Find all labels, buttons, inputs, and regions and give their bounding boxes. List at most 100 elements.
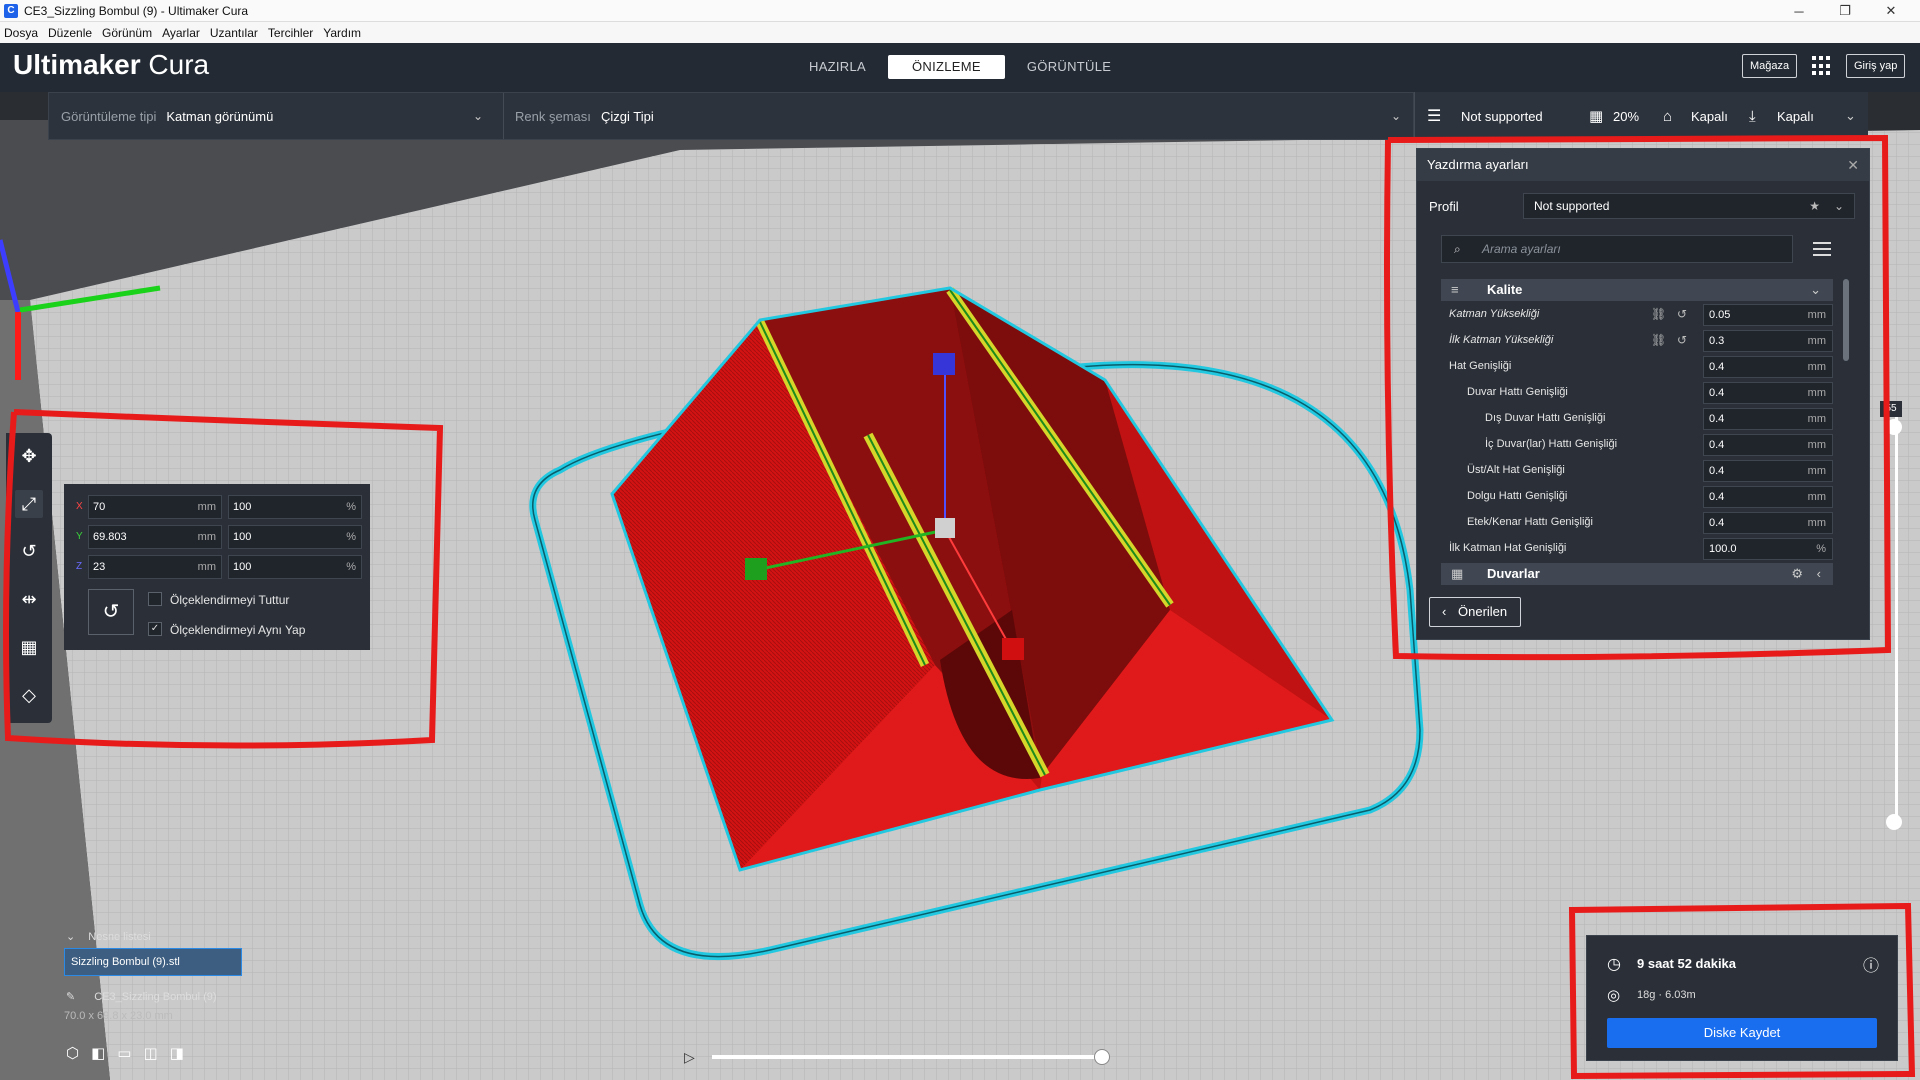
scale-x-mm-input[interactable]: 70 mm	[88, 495, 222, 519]
setting-input[interactable]: 0.4 mm	[1703, 460, 1833, 482]
setting-row: İlk Katman Yüksekliği ⛓ ↺ 0.3 mm	[1441, 328, 1833, 354]
uniform-scaling-label: Ölçeklendirmeyi Aynı Yap	[170, 623, 306, 637]
per-model-settings-icon[interactable]: ▦	[15, 633, 43, 661]
minimize-button[interactable]: ─	[1776, 0, 1822, 22]
recommended-button[interactable]: ‹ Önerilen	[1429, 597, 1521, 627]
material-usage: 18g · 6.03m	[1637, 989, 1696, 1001]
settings-scrollbar[interactable]	[1843, 279, 1849, 361]
model-dimensions: 70.0 x 69.8 x 23.0 mm	[64, 1010, 173, 1022]
setting-row: Duvar Hattı Genişliği 0.4 mm	[1441, 380, 1833, 406]
tab-monitor[interactable]: GÖRÜNTÜLE	[1005, 55, 1133, 79]
scale-tool-icon[interactable]: ⤢	[15, 490, 43, 518]
chevron-down-icon[interactable]: ⌄	[1391, 109, 1401, 123]
move-tool-icon[interactable]: ✥	[15, 442, 43, 470]
layer-slider-track[interactable]	[1895, 404, 1898, 824]
layer-slider-bottom-handle[interactable]	[1886, 814, 1902, 830]
apps-grid-icon[interactable]	[1812, 56, 1832, 76]
chevron-left-icon: ‹	[1442, 604, 1447, 619]
object-list-item[interactable]: Sizzling Bombul (9).stl	[64, 948, 242, 976]
category-quality[interactable]: ≡ Kalite ⌄	[1441, 279, 1833, 301]
view-type-dropdown[interactable]: Katman görünümü	[166, 109, 273, 124]
color-scheme-dropdown[interactable]: Çizgi Tipi	[601, 109, 654, 124]
scale-z-percent-input[interactable]: 100%	[228, 555, 362, 579]
menu-edit[interactable]: Düzenle	[48, 26, 92, 40]
app-header: Ultimaker Cura HAZIRLA ÖNIZLEME GÖRÜNTÜL…	[0, 43, 1920, 92]
y-axis-label: Y	[76, 531, 83, 542]
menu-extensions[interactable]: Uzantılar	[210, 26, 258, 40]
setting-input[interactable]: 0.4 mm	[1703, 356, 1833, 378]
scale-y-percent-input[interactable]: 100%	[228, 525, 362, 549]
infill-icon: ▦	[1589, 108, 1604, 125]
menu-help[interactable]: Yardım	[323, 26, 361, 40]
login-button[interactable]: Giriş yap	[1846, 54, 1906, 78]
object-list-toggle[interactable]: ⌄ Nesne listesi	[66, 930, 326, 943]
settings-visibility-menu-icon[interactable]	[1813, 242, 1831, 260]
setting-input[interactable]: 100.0%	[1703, 538, 1833, 560]
setting-row: Üst/Alt Hat Genişliği 0.4 mm	[1441, 458, 1833, 484]
menu-file[interactable]: Dosya	[4, 26, 38, 40]
gizmo-center-handle	[935, 518, 955, 538]
setting-input[interactable]: 0.4 mm	[1703, 434, 1833, 456]
marketplace-button[interactable]: Mağaza	[1742, 54, 1798, 78]
uniform-scaling-checkbox[interactable]: ✓	[148, 622, 162, 636]
3d-view-icon[interactable]: ⬡	[66, 1044, 79, 1062]
scale-x-percent-input[interactable]: 100%	[228, 495, 362, 519]
stage-tabs: HAZIRLA ÖNIZLEME GÖRÜNTÜLE	[787, 55, 1133, 79]
tab-prepare[interactable]: HAZIRLA	[787, 55, 888, 79]
layer-slider-top-handle[interactable]	[1886, 419, 1902, 435]
menu-preferences[interactable]: Tercihler	[268, 26, 313, 40]
setting-input[interactable]: 0.4 mm	[1703, 512, 1833, 534]
reset-icon[interactable]: ↺	[1677, 307, 1691, 321]
left-view-icon[interactable]: ◫	[143, 1044, 157, 1062]
print-setup-selector[interactable]: ☰ Not supported ▦ 20% ⌂ Kapalı ⤓ Kapalı …	[1414, 92, 1868, 140]
search-icon: ⌕	[1454, 242, 1461, 256]
profile-dropdown[interactable]: Not supported ★ ⌄	[1523, 193, 1855, 219]
support-icon: ⌂	[1663, 107, 1673, 125]
star-icon[interactable]: ★	[1809, 194, 1820, 218]
settings-search-input[interactable]: ⌕ Arama ayarları	[1441, 235, 1793, 263]
menu-bar: Dosya Düzenle Görünüm Ayarlar Uzantılar …	[0, 22, 1920, 43]
support-blocker-icon[interactable]: ◇	[15, 681, 43, 709]
front-view-icon[interactable]: ◧	[91, 1044, 105, 1062]
tab-preview[interactable]: ÖNIZLEME	[888, 55, 1005, 79]
save-to-disk-button[interactable]: Diske Kaydet	[1607, 1018, 1877, 1048]
chevron-down-icon[interactable]: ⌄	[1845, 108, 1856, 124]
layer-number-label[interactable]: 55	[1880, 401, 1902, 417]
link-icon[interactable]: ⛓	[1651, 307, 1666, 321]
maximize-button[interactable]: ❐	[1822, 0, 1868, 22]
reset-scale-button[interactable]: ↺	[88, 589, 134, 635]
setting-row: Etek/Kenar Hattı Genişliği 0.4 mm	[1441, 510, 1833, 536]
close-icon[interactable]: ✕	[1847, 149, 1859, 181]
chevron-down-icon[interactable]: ⌄	[473, 109, 483, 123]
setting-input[interactable]: 0.4 mm	[1703, 408, 1833, 430]
menu-view[interactable]: Görünüm	[102, 26, 152, 40]
menu-settings[interactable]: Ayarlar	[162, 26, 200, 40]
path-slider-handle[interactable]	[1094, 1049, 1110, 1065]
scale-y-mm-input[interactable]: 69.803 mm	[88, 525, 222, 549]
reset-icon[interactable]: ↺	[1677, 333, 1691, 347]
gizmo-z-handle	[933, 353, 955, 375]
scale-z-mm-input[interactable]: 23 mm	[88, 555, 222, 579]
category-walls[interactable]: ▦ Duvarlar ⚙ ‹	[1441, 563, 1833, 585]
setting-input[interactable]: 0.4 mm	[1703, 486, 1833, 508]
path-slider-track[interactable]	[712, 1055, 1108, 1059]
close-window-button[interactable]: ✕	[1868, 0, 1914, 22]
clock-icon: ◷	[1607, 956, 1621, 973]
mirror-tool-icon[interactable]: ⇹	[15, 585, 43, 613]
link-icon[interactable]: ⛓	[1651, 333, 1666, 347]
pencil-icon: ✎	[66, 991, 76, 1003]
chevron-down-icon: ⌄	[1833, 199, 1844, 213]
adhesion-icon: ⤓	[1749, 107, 1756, 125]
sliders-icon[interactable]: ⚙	[1791, 563, 1803, 585]
play-icon[interactable]: ▷	[684, 1049, 700, 1065]
snap-scaling-checkbox[interactable]	[148, 592, 162, 606]
setting-input[interactable]: 0.05 mm	[1703, 304, 1833, 326]
rotate-tool-icon[interactable]: ↺	[15, 537, 43, 565]
setting-input[interactable]: 0.4 mm	[1703, 382, 1833, 404]
top-view-icon[interactable]: ▭	[117, 1044, 131, 1062]
job-name[interactable]: ✎ CE3_Sizzling Bombul (9)	[66, 990, 306, 1003]
info-icon[interactable]: ⓘ	[1863, 952, 1879, 976]
right-view-icon[interactable]: ◨	[170, 1044, 184, 1062]
profile-summary: Not supported	[1461, 108, 1543, 124]
setting-input[interactable]: 0.3 mm	[1703, 330, 1833, 352]
